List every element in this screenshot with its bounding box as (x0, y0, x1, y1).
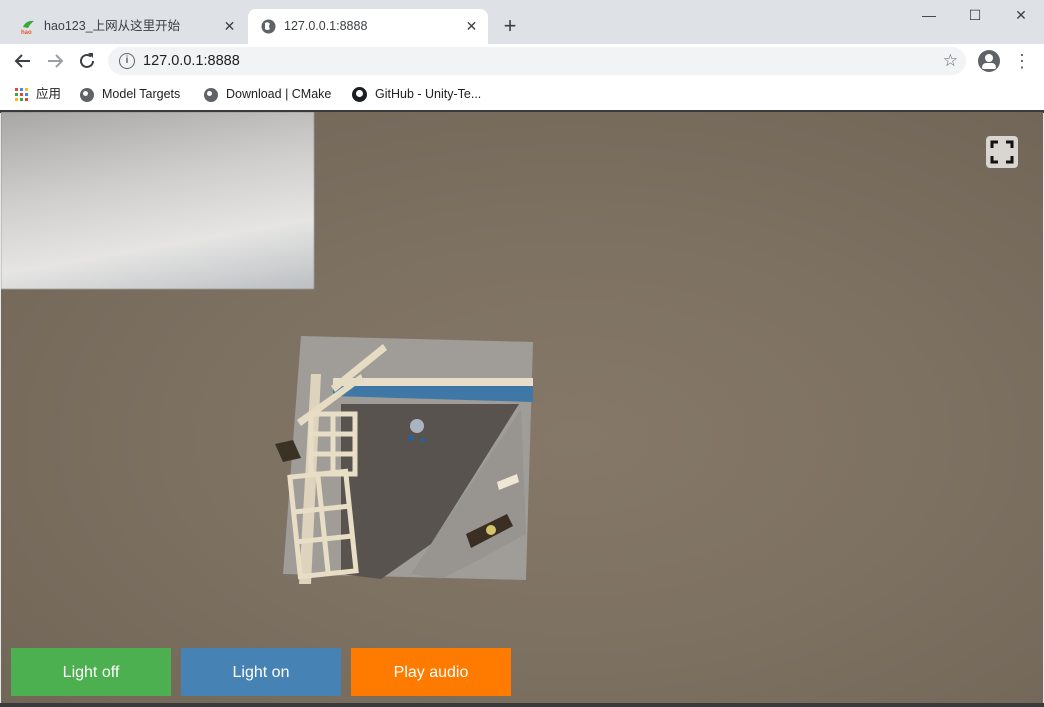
close-window-button[interactable]: ✕ (998, 0, 1044, 30)
profile-avatar-icon[interactable] (978, 50, 1000, 72)
maximize-button[interactable]: ☐ (952, 0, 998, 30)
tab-hao123[interactable]: hao hao123_上网从这里开始 ✕ (8, 9, 246, 44)
close-tab-icon[interactable]: ✕ (221, 18, 238, 35)
close-tab-icon[interactable]: ✕ (463, 18, 480, 35)
menu-dots-icon[interactable]: ⋮ (1012, 50, 1032, 72)
page-bottom-border (0, 703, 1044, 707)
forward-button[interactable] (42, 48, 68, 74)
bookmark-label: GitHub - Unity-Te... (375, 87, 482, 101)
tab-title: hao123_上网从这里开始 (44, 19, 181, 33)
address-bar[interactable]: i 127.0.0.1:8888 ☆ (108, 47, 966, 75)
room-model (275, 336, 533, 584)
bookmark-apps[interactable]: 应用 (15, 78, 61, 110)
bookmark-model-targets[interactable]: Model Targets (80, 78, 180, 110)
apps-grid-icon (15, 88, 28, 102)
fullscreen-icon (990, 140, 1014, 164)
light-on-button[interactable]: Light on (181, 648, 341, 696)
globe-icon (80, 87, 94, 102)
light-off-button[interactable]: Light off (11, 648, 171, 696)
bookmark-cmake[interactable]: Download | CMake (204, 78, 331, 110)
bookmark-label: Download | CMake (226, 87, 332, 101)
bookmark-star-icon[interactable]: ☆ (943, 47, 958, 75)
new-tab-button[interactable]: + (498, 14, 522, 38)
webgl-canvas[interactable]: Light off Light on Play audio (1, 112, 1043, 705)
reload-button[interactable] (74, 48, 100, 74)
tab-title: 127.0.0.1:8888 (284, 19, 368, 33)
bookmark-label: Model Targets (102, 87, 181, 101)
bookmark-github[interactable]: GitHub - Unity-Te... (352, 78, 481, 110)
fullscreen-button[interactable] (986, 136, 1018, 168)
browser-toolbar: i 127.0.0.1:8888 ☆ ⋮ (0, 44, 1044, 78)
hao123-icon: hao (21, 20, 34, 35)
address-url[interactable]: 127.0.0.1:8888 (143, 47, 240, 75)
bookmark-label: 应用 (36, 87, 62, 101)
svg-text:hao: hao (21, 30, 32, 35)
back-button[interactable] (10, 48, 36, 74)
back-arrow-icon (14, 54, 30, 68)
tab-strip: hao hao123_上网从这里开始 ✕ 127.0.0.1:8888 ✕ + … (0, 0, 1044, 44)
play-audio-button[interactable]: Play audio (351, 648, 511, 696)
bookmarks-bar: 应用 Model Targets Download | CMake GitHub… (0, 78, 1044, 111)
reload-icon (80, 53, 94, 68)
github-icon (352, 87, 367, 103)
info-icon[interactable]: i (119, 53, 135, 69)
globe-icon (204, 87, 218, 102)
camera-preview (1, 112, 314, 289)
globe-icon (261, 19, 276, 34)
minimize-button[interactable]: — (906, 0, 952, 30)
tab-localhost[interactable]: 127.0.0.1:8888 ✕ (248, 9, 488, 44)
forward-arrow-icon (48, 54, 64, 68)
